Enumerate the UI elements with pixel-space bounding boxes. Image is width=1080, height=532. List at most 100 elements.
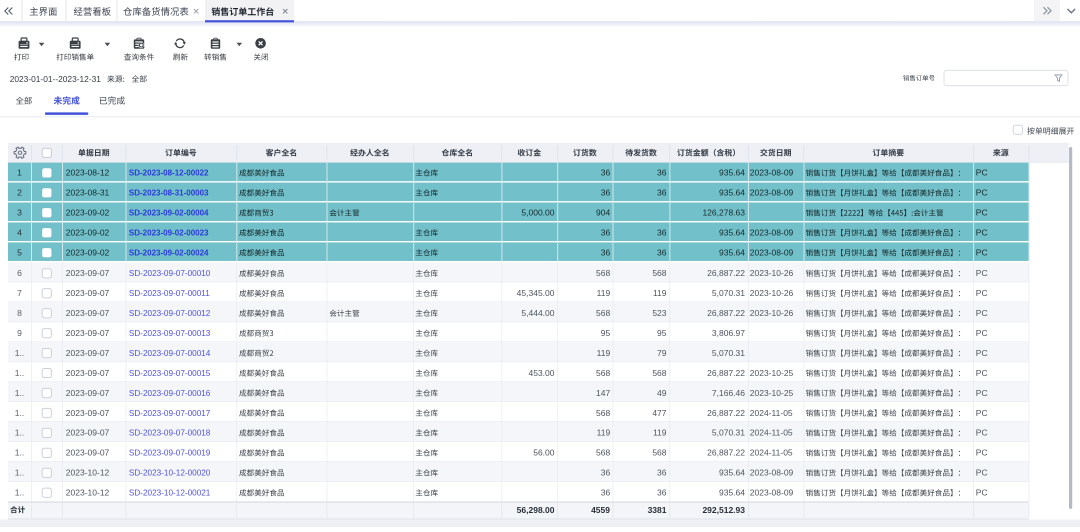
svg-text:36: 36 [657, 228, 667, 238]
svg-text:SD-2023-09-07-00017: SD-2023-09-07-00017 [129, 409, 211, 418]
svg-text:PC: PC [976, 448, 988, 458]
svg-text:26,887.22: 26,887.22 [707, 368, 745, 378]
svg-text:1..: 1.. [15, 388, 25, 398]
svg-text:PC: PC [976, 488, 988, 498]
svg-text:79: 79 [657, 348, 667, 358]
svg-text:PC: PC [976, 468, 988, 478]
svg-text:PC: PC [976, 268, 988, 278]
svg-text:36: 36 [657, 468, 667, 478]
svg-text:26,887.22: 26,887.22 [707, 268, 745, 278]
svg-text:119: 119 [597, 428, 611, 438]
svg-text:935.64: 935.64 [719, 168, 745, 178]
svg-text:SD-2023-09-07-00014: SD-2023-09-07-00014 [129, 349, 211, 358]
svg-text:2023-08-09: 2023-08-09 [750, 228, 794, 238]
svg-text:1..: 1.. [15, 448, 25, 458]
svg-text:4: 4 [17, 228, 22, 238]
svg-text:7,166.46: 7,166.46 [712, 388, 745, 398]
svg-text:2023-09-07: 2023-09-07 [66, 288, 110, 298]
svg-text:2023-09-07: 2023-09-07 [66, 408, 110, 418]
svg-text:SD-2023-09-07-00019: SD-2023-09-07-00019 [129, 449, 211, 458]
svg-text:2023-09-07: 2023-09-07 [66, 328, 110, 338]
svg-text:45,345.00: 45,345.00 [517, 288, 555, 298]
svg-text:1..: 1.. [15, 408, 25, 418]
svg-text:935.64: 935.64 [719, 188, 745, 198]
svg-text:2023-09-02: 2023-09-02 [66, 228, 110, 238]
svg-text:36: 36 [601, 248, 611, 258]
svg-text:2024-11-05: 2024-11-05 [750, 448, 793, 458]
svg-text:119: 119 [597, 348, 611, 358]
svg-text:26,887.22: 26,887.22 [707, 408, 745, 418]
svg-text:SD-2023-09-02-00023: SD-2023-09-02-00023 [129, 229, 209, 238]
svg-text:1..: 1.. [15, 348, 25, 358]
svg-text:SD-2023-08-12-00022: SD-2023-08-12-00022 [129, 169, 209, 178]
svg-text:2023-10-25: 2023-10-25 [750, 388, 794, 398]
svg-text:2023-09-02: 2023-09-02 [66, 208, 110, 218]
svg-text:119: 119 [653, 428, 667, 438]
svg-text:SD-2023-09-07-00016: SD-2023-09-07-00016 [129, 389, 211, 398]
svg-text:2023-09-07: 2023-09-07 [66, 428, 110, 438]
svg-text:2023-08-09: 2023-08-09 [750, 248, 794, 258]
svg-text:568: 568 [652, 368, 666, 378]
svg-text:95: 95 [601, 328, 611, 338]
svg-text:1..: 1.. [15, 428, 25, 438]
svg-text:477: 477 [652, 408, 666, 418]
svg-text:8: 8 [17, 308, 22, 318]
svg-text:126,278.63: 126,278.63 [702, 208, 745, 218]
svg-text:PC: PC [976, 248, 988, 258]
svg-text:568: 568 [596, 308, 610, 318]
svg-text:2: 2 [17, 188, 22, 198]
svg-text:5,070.31: 5,070.31 [712, 428, 745, 438]
svg-text:SD-2023-08-31-00003: SD-2023-08-31-00003 [129, 189, 209, 198]
svg-text:PC: PC [976, 428, 988, 438]
svg-text:568: 568 [596, 448, 610, 458]
svg-text:SD-2023-09-02-00024: SD-2023-09-02-00024 [129, 249, 209, 258]
svg-text:2023-10-12: 2023-10-12 [66, 488, 110, 498]
svg-text:119: 119 [653, 288, 667, 298]
svg-text:PC: PC [976, 348, 988, 358]
svg-text:147: 147 [596, 388, 610, 398]
svg-text:26,887.22: 26,887.22 [707, 308, 745, 318]
svg-text:36: 36 [657, 488, 667, 498]
svg-text:SD-2023-09-07-00015: SD-2023-09-07-00015 [129, 369, 211, 378]
svg-text:2023-09-07: 2023-09-07 [66, 308, 110, 318]
svg-text:SD-2023-09-07-00012: SD-2023-09-07-00012 [129, 309, 211, 318]
svg-text:PC: PC [976, 388, 988, 398]
svg-text:935.64: 935.64 [719, 468, 745, 478]
svg-text:568: 568 [596, 268, 610, 278]
svg-text:5,070.31: 5,070.31 [712, 348, 745, 358]
svg-text:PC: PC [976, 368, 988, 378]
svg-text:SD-2023-10-12-00020: SD-2023-10-12-00020 [129, 469, 211, 478]
svg-text:5,070.31: 5,070.31 [712, 288, 745, 298]
svg-text:SD-2023-09-07-00018: SD-2023-09-07-00018 [129, 429, 211, 438]
svg-text:5: 5 [17, 248, 22, 258]
svg-text:292,512.93: 292,512.93 [702, 505, 745, 515]
svg-text:2023-10-25: 2023-10-25 [750, 368, 794, 378]
svg-text:935.64: 935.64 [719, 248, 745, 258]
svg-text:PC: PC [976, 308, 988, 318]
svg-text:119: 119 [597, 288, 611, 298]
svg-text:2023-10-26: 2023-10-26 [750, 268, 794, 278]
svg-text:36: 36 [657, 248, 667, 258]
svg-text:3: 3 [17, 208, 22, 218]
svg-text:5,444.00: 5,444.00 [521, 308, 554, 318]
svg-text:SD-2023-09-02-00004: SD-2023-09-02-00004 [129, 209, 209, 218]
svg-text:SD-2023-09-07-00010: SD-2023-09-07-00010 [129, 269, 211, 278]
svg-text:2023-10-26: 2023-10-26 [750, 308, 794, 318]
svg-text:568: 568 [596, 408, 610, 418]
svg-text:904: 904 [596, 208, 610, 218]
svg-text:3,806.97: 3,806.97 [712, 328, 745, 338]
svg-text:56,298.00: 56,298.00 [517, 505, 555, 515]
svg-text:36: 36 [657, 188, 667, 198]
svg-text:2023-08-09: 2023-08-09 [750, 488, 794, 498]
svg-text:PC: PC [976, 228, 988, 238]
svg-text:2023-08-12: 2023-08-12 [66, 168, 110, 178]
svg-text:2023-09-07: 2023-09-07 [66, 268, 110, 278]
svg-text:36: 36 [601, 168, 611, 178]
svg-text:36: 36 [601, 228, 611, 238]
svg-text:56.00: 56.00 [533, 448, 555, 458]
svg-text:PC: PC [976, 288, 988, 298]
svg-text:2023-08-09: 2023-08-09 [750, 188, 794, 198]
svg-text:935.64: 935.64 [719, 488, 745, 498]
svg-text:2023-09-07: 2023-09-07 [66, 448, 110, 458]
svg-text:49: 49 [657, 388, 667, 398]
